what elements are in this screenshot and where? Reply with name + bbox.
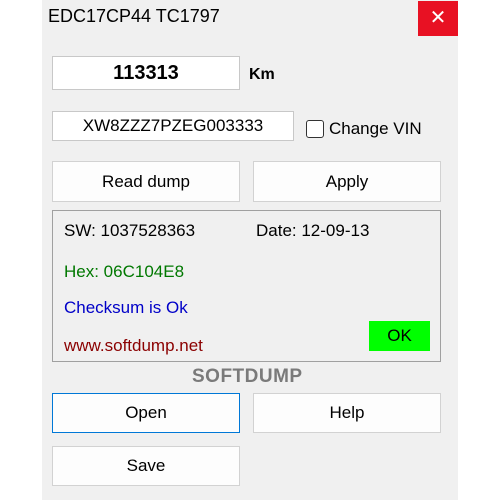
- window-title: EDC17CP44 TC1797: [48, 6, 220, 26]
- hex-value: Hex: 06C104E8: [64, 262, 185, 281]
- ok-status-badge: OK: [369, 321, 430, 351]
- vin-field[interactable]: XW8ZZZ7PZEG003333: [52, 111, 294, 141]
- save-button[interactable]: Save: [52, 446, 240, 486]
- close-icon: ✕: [429, 7, 447, 29]
- close-button[interactable]: ✕: [418, 1, 458, 36]
- sw-version: SW: 1037528363: [64, 221, 196, 240]
- title-bar: EDC17CP44 TC1797 ✕: [42, 0, 458, 36]
- mileage-unit-label: Km: [249, 66, 275, 83]
- dump-date: Date: 12-09-13: [256, 221, 370, 240]
- app-window: EDC17CP44 TC1797 ✕ 113313 Km XW8ZZZ7PZEG…: [42, 0, 458, 500]
- website-link[interactable]: www.softdump.net: [64, 336, 203, 356]
- mileage-field[interactable]: 113313: [52, 56, 240, 90]
- change-vin-label[interactable]: Change VIN: [329, 119, 422, 139]
- read-dump-button[interactable]: Read dump: [52, 161, 240, 202]
- change-vin-toggle[interactable]: Change VIN: [306, 117, 422, 141]
- checksum-status: Checksum is Ok: [64, 298, 188, 317]
- change-vin-checkbox[interactable]: [306, 120, 324, 138]
- apply-button[interactable]: Apply: [253, 161, 441, 202]
- brand-label: SOFTDUMP: [192, 366, 303, 387]
- help-button[interactable]: Help: [253, 393, 441, 433]
- info-panel: SW: 1037528363 Date: 12-09-13 Hex: 06C10…: [52, 210, 441, 362]
- open-button[interactable]: Open: [52, 393, 240, 433]
